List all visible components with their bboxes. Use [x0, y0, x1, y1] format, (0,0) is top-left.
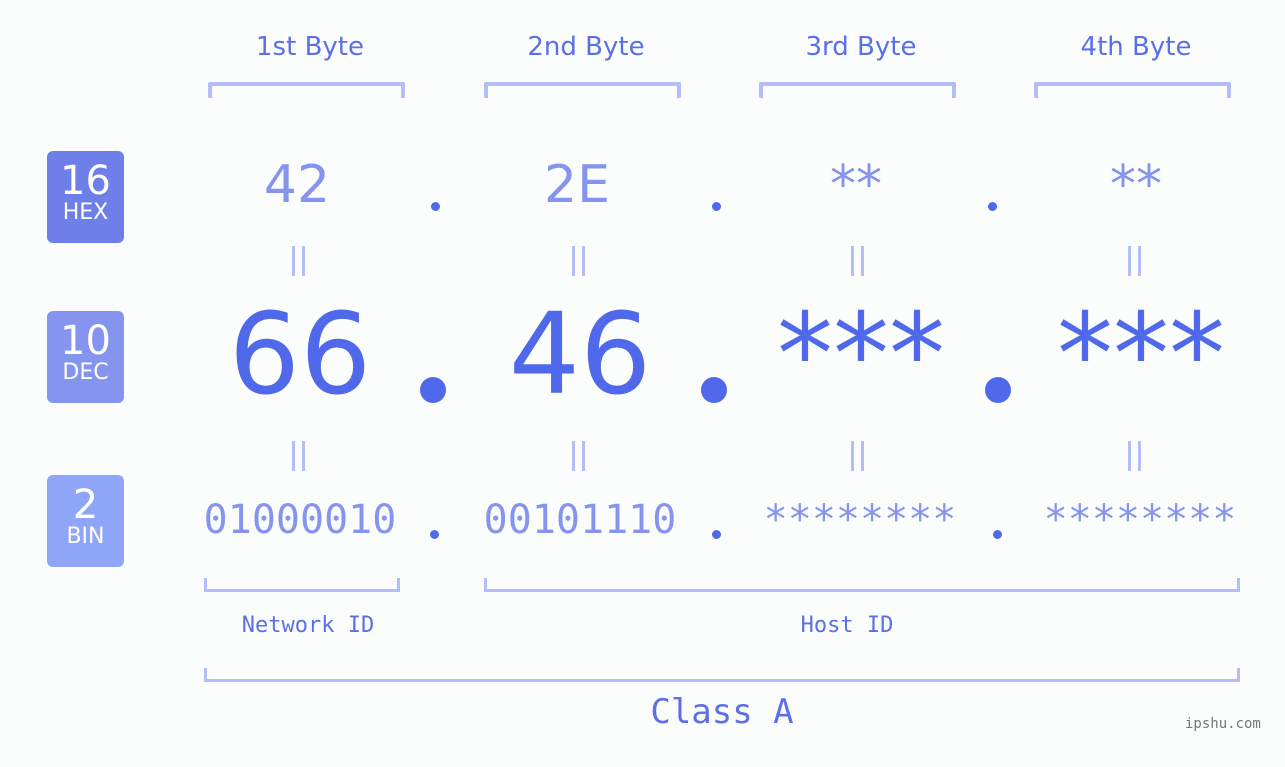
class-bracket	[204, 668, 1240, 682]
bin-byte-2: 00101110	[483, 497, 677, 543]
equals-icon	[848, 246, 868, 276]
dec-byte-2: 46	[508, 290, 652, 420]
host-id-bracket	[484, 578, 1240, 592]
bin-dot-3	[993, 530, 1002, 539]
bin-base: 2	[72, 482, 99, 528]
bin-byte-3: ********	[763, 497, 957, 543]
equals-icon	[569, 246, 589, 276]
hex-label: HEX	[62, 200, 109, 225]
hex-dot-1	[431, 202, 440, 211]
byte-bracket-2	[484, 82, 681, 98]
hex-dot-2	[712, 202, 721, 211]
host-id-label: Host ID	[800, 613, 894, 638]
byte-bracket-1	[208, 82, 405, 98]
watermark: ipshu.com	[1185, 716, 1261, 732]
dec-byte-1: 66	[228, 290, 372, 420]
network-id-label: Network ID	[241, 613, 375, 638]
dec-byte-3: ***	[777, 290, 945, 420]
dec-byte-4: ***	[1057, 290, 1225, 420]
equals-icon	[1125, 246, 1145, 276]
byte-header-4: 4th Byte	[1080, 32, 1192, 62]
byte-header-3: 3rd Byte	[805, 32, 917, 62]
dec-base: 10	[60, 318, 111, 364]
byte-header-2: 2nd Byte	[527, 32, 645, 62]
equals-icon	[569, 441, 589, 471]
hex-dot-3	[988, 202, 997, 211]
bin-badge: 2 BIN	[47, 475, 124, 567]
dec-dot-3	[985, 377, 1011, 403]
bin-byte-4: ********	[1043, 497, 1237, 543]
bin-dot-1	[430, 530, 439, 539]
hex-badge: 16 HEX	[47, 151, 124, 243]
equals-icon	[848, 441, 868, 471]
byte-bracket-3	[759, 82, 956, 98]
hex-byte-3: **	[830, 155, 882, 215]
equals-icon	[1125, 441, 1145, 471]
hex-byte-4: **	[1110, 155, 1162, 215]
bin-dot-2	[712, 530, 721, 539]
dec-badge: 10 DEC	[47, 311, 124, 403]
dec-label: DEC	[62, 360, 109, 385]
bin-label: BIN	[66, 524, 105, 549]
equals-icon	[289, 246, 309, 276]
class-label: Class A	[650, 692, 794, 732]
dec-dot-2	[701, 377, 727, 403]
dec-dot-1	[420, 377, 446, 403]
bin-byte-1: 01000010	[203, 497, 397, 543]
byte-header-1: 1st Byte	[256, 32, 364, 62]
hex-byte-1: 42	[263, 155, 331, 215]
network-id-bracket	[204, 578, 400, 592]
hex-byte-2: 2E	[544, 155, 610, 215]
byte-bracket-4	[1034, 82, 1231, 98]
hex-base: 16	[60, 158, 111, 204]
equals-icon	[289, 441, 309, 471]
